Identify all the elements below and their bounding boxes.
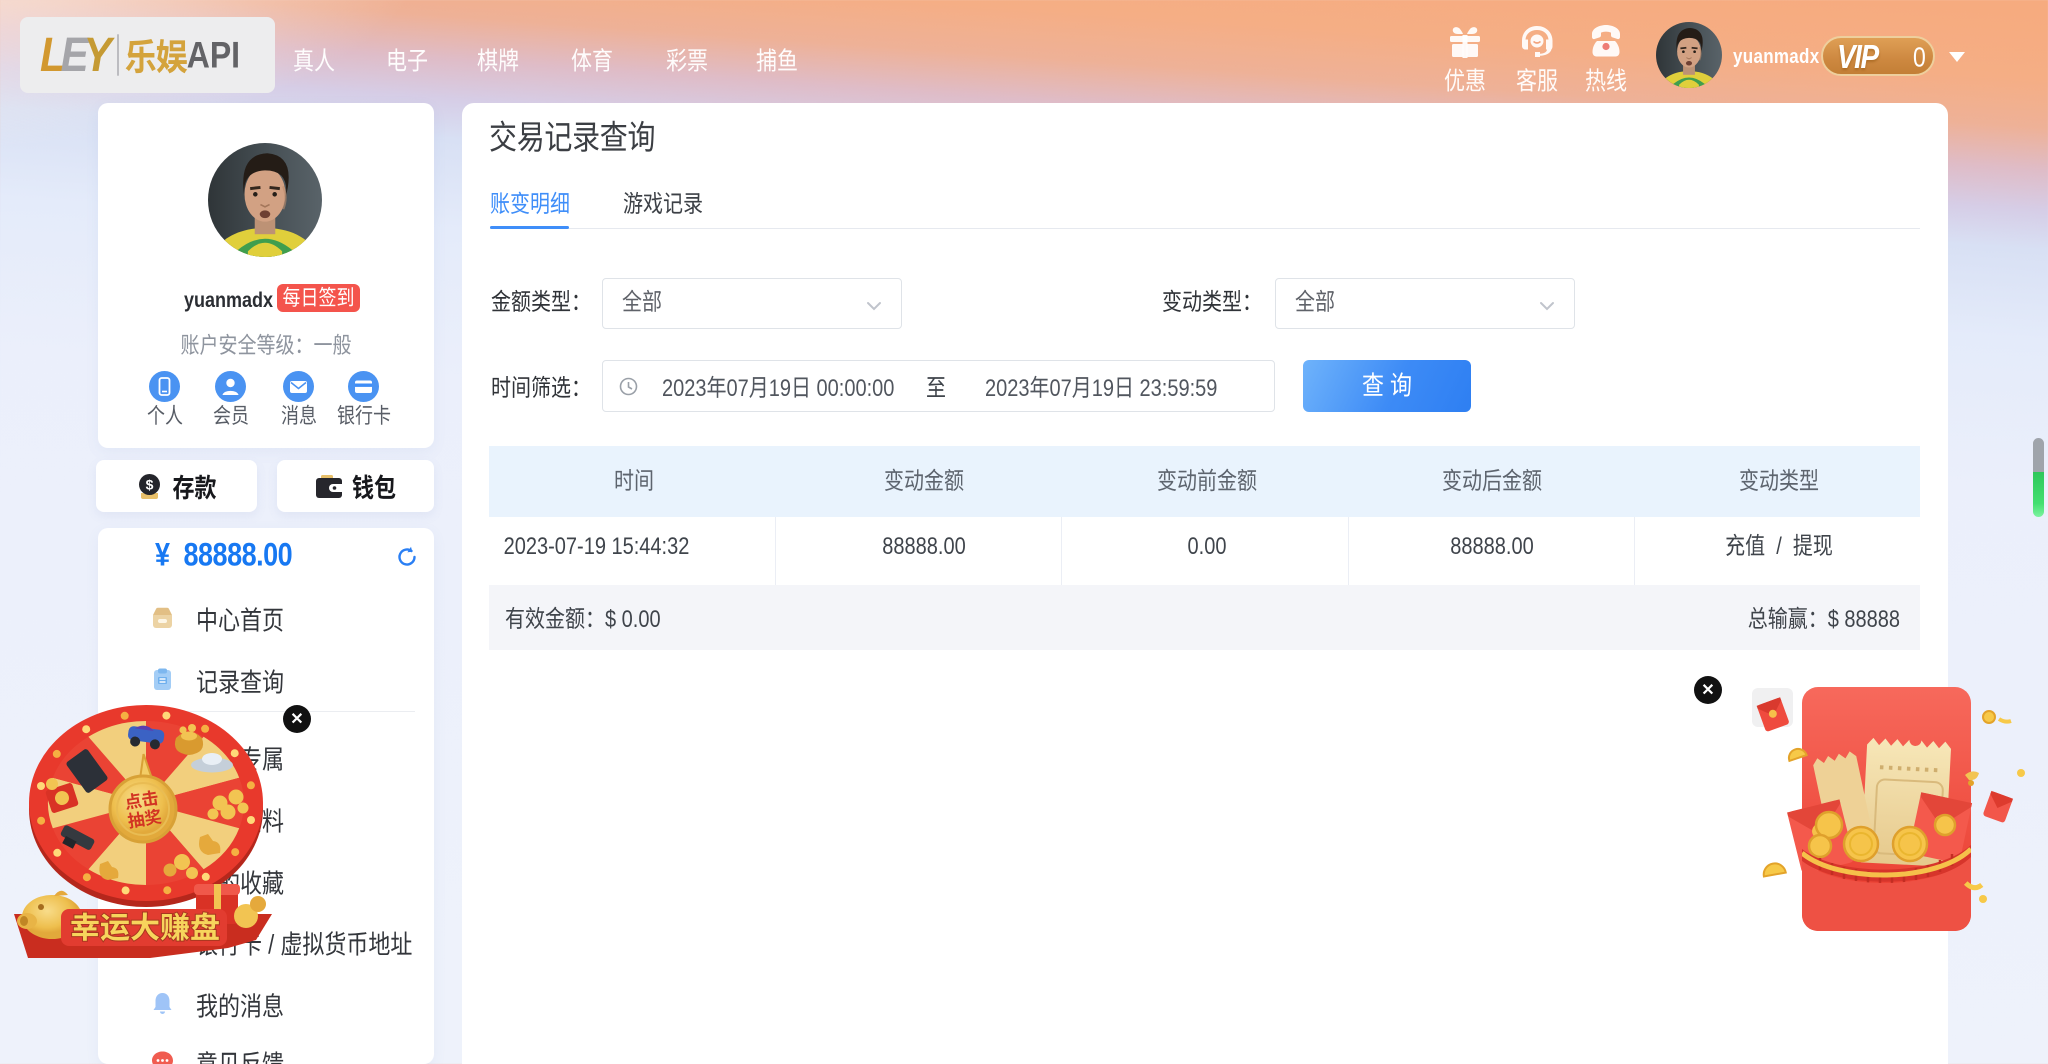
svg-text:$: $	[146, 476, 154, 492]
svg-text:抽奖: 抽奖	[126, 802, 163, 832]
svg-text:幸运大赚盘: 幸运大赚盘	[70, 903, 220, 947]
